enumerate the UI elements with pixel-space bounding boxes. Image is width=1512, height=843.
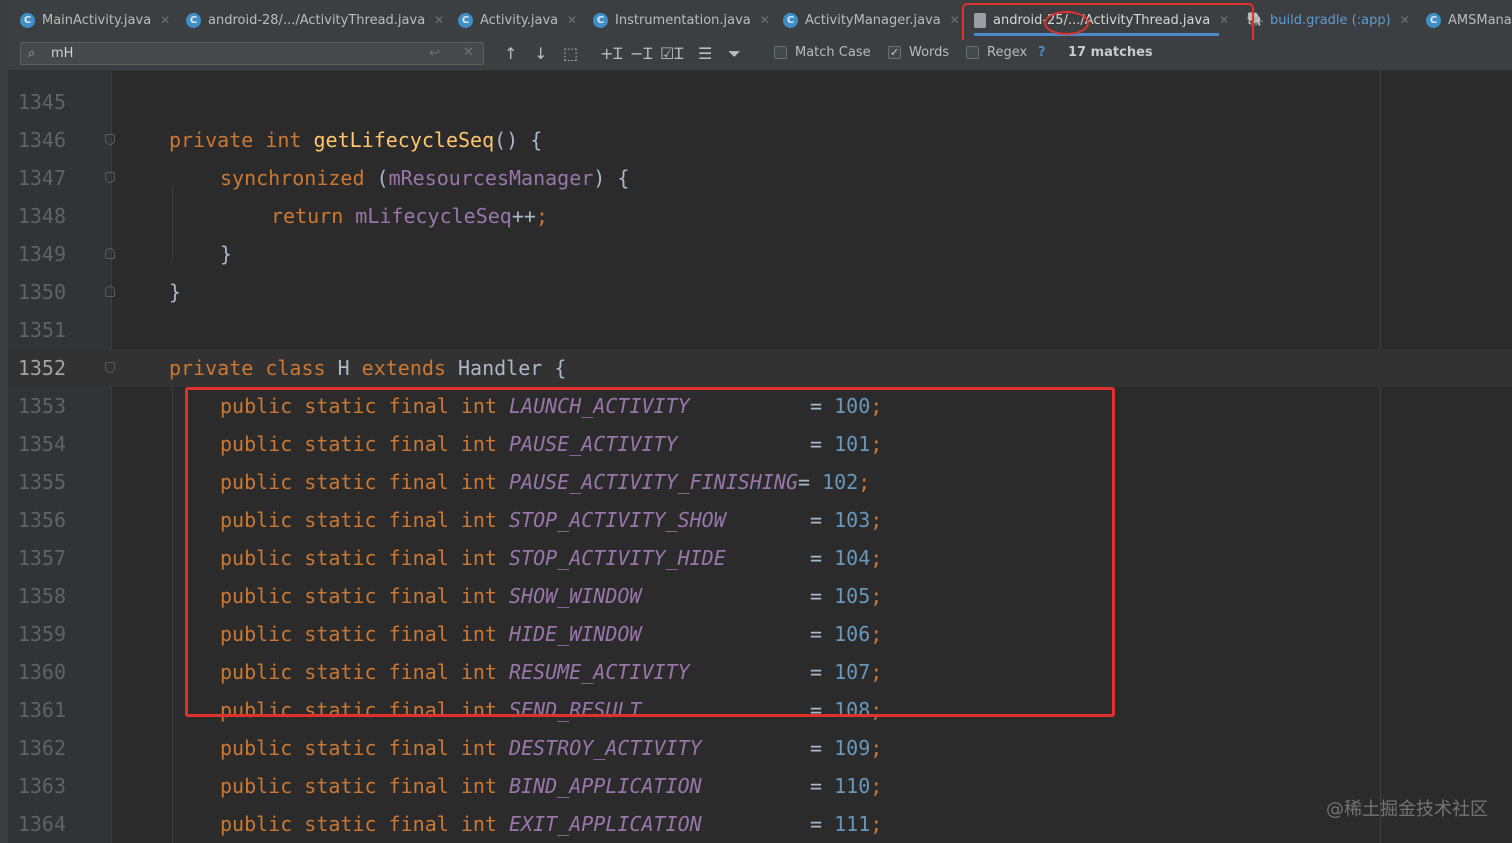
line-number: 1358	[17, 584, 66, 608]
close-icon[interactable]: ✕	[434, 13, 444, 27]
code-line: 1349 }	[8, 235, 1512, 273]
line-number: 1354	[17, 432, 66, 456]
code-line: 1351	[8, 311, 1512, 349]
line-number: 1357	[17, 546, 66, 570]
close-icon[interactable]: ✕	[160, 13, 170, 27]
search-box[interactable]: ⌕ ↩ ✕	[20, 42, 484, 65]
close-icon[interactable]: ✕	[1400, 13, 1410, 27]
fold-marker-icon[interactable]	[105, 134, 115, 145]
next-occurrence-icon[interactable]: ↓	[534, 44, 547, 64]
filter-search-icon[interactable]: ☰	[698, 44, 712, 64]
tab-activity-manager[interactable]: C ActivityManager.java ✕	[783, 0, 960, 40]
tab-label: ActivityManager.java	[805, 12, 941, 28]
select-all-matches-icon[interactable]: ☑Ɪ	[660, 44, 683, 64]
line-number: 1364	[17, 812, 66, 836]
previous-occurrence-icon[interactable]: ↑	[504, 44, 517, 64]
line-number: 1362	[17, 736, 66, 760]
tab-main-activity[interactable]: C MainActivity.java ✕	[20, 0, 170, 40]
code-line: 1363 public static final int BIND_APPLIC…	[8, 767, 1512, 805]
match-case-checkbox[interactable]	[774, 46, 787, 59]
regex-checkbox[interactable]	[966, 46, 979, 59]
match-count: 17 matches	[1068, 45, 1153, 60]
tab-instrumentation[interactable]: C Instrumentation.java ✕	[593, 0, 770, 40]
add-occurrence-icon[interactable]: +Ɪ	[600, 44, 622, 64]
line-number: 1345	[17, 90, 66, 114]
code-line-current: 1352 private class H extends Handler {	[8, 349, 1512, 387]
line-number: 1347	[17, 166, 66, 190]
line-number: 1360	[17, 660, 66, 684]
tab-label: android-28/.../ActivityThread.java	[208, 12, 426, 28]
tab-label: Activity.java	[480, 12, 559, 28]
regex-help-icon[interactable]: ?	[1038, 45, 1046, 60]
constant-name: EXIT_APPLICATION	[509, 812, 702, 836]
tab-label: Instrumentation.java	[615, 12, 751, 28]
line-number: 1361	[17, 698, 66, 722]
fold-marker-icon[interactable]	[105, 286, 115, 297]
constant-value: 110	[834, 774, 871, 798]
line-number: 1350	[17, 280, 66, 304]
watermark: @稀土掘金技术社区	[1326, 799, 1488, 820]
tab-ams-manager[interactable]: C AMSMana	[1426, 0, 1512, 40]
close-icon[interactable]: ✕	[760, 13, 770, 27]
java-class-icon: C	[458, 12, 473, 28]
line-number: 1356	[17, 508, 66, 532]
regex-label: Regex	[987, 45, 1028, 60]
close-icon[interactable]: ✕	[567, 13, 577, 27]
red-annotation-box	[962, 3, 1254, 44]
red-annotation-circle	[1044, 11, 1089, 35]
tab-label: build.gradle (:app)	[1270, 12, 1391, 28]
java-class-icon: C	[186, 12, 201, 28]
select-all-occurrences-icon[interactable]: ⬚	[563, 44, 578, 64]
remove-occurrence-icon[interactable]: −Ɪ	[630, 44, 652, 64]
line-number: 1348	[17, 204, 66, 228]
line-number: 1355	[17, 470, 66, 494]
code-line: 1348 return mLifecycleSeq++;	[8, 197, 1512, 235]
java-class-icon: C	[20, 12, 35, 28]
fold-marker-icon[interactable]	[105, 362, 115, 373]
search-input[interactable]	[51, 45, 411, 62]
new-line-icon[interactable]: ↩	[429, 46, 440, 61]
code-line: 1347 synchronized (mResourcesManager) {	[8, 159, 1512, 197]
code-line: 1350 }	[8, 273, 1512, 311]
line-number: 1349	[17, 242, 66, 266]
line-number: 1353	[17, 394, 66, 418]
funnel-icon[interactable]: ⏷	[728, 44, 741, 64]
constant-value: 111	[834, 812, 871, 836]
tab-build-gradle[interactable]: 🐘 build.gradle (:app) ✕	[1247, 0, 1410, 40]
fold-marker-icon[interactable]	[105, 172, 115, 183]
line-number: 1351	[17, 318, 66, 342]
java-class-icon: C	[1426, 12, 1441, 28]
tab-activity-thread-28[interactable]: C android-28/.../ActivityThread.java ✕	[186, 0, 444, 40]
java-class-icon: C	[783, 12, 798, 28]
tab-label: MainActivity.java	[42, 12, 152, 28]
constant-value: 109	[834, 736, 871, 760]
match-case-label: Match Case	[795, 45, 871, 60]
line-number: 1363	[17, 774, 66, 798]
red-annotation-box	[185, 387, 1115, 717]
close-icon[interactable]: ✕	[950, 13, 960, 27]
code-line: 1364 public static final int EXIT_APPLIC…	[8, 805, 1512, 843]
line-number: 1346	[17, 128, 66, 152]
search-icon[interactable]: ⌕	[28, 46, 35, 61]
editor-tab-bar: C MainActivity.java ✕ C android-28/.../A…	[8, 0, 1512, 41]
line-number: 1352	[17, 356, 66, 380]
code-line: 1345	[8, 83, 1512, 121]
line-number: 1359	[17, 622, 66, 646]
java-class-icon: C	[593, 12, 608, 28]
constant-name: DESTROY_ACTIVITY	[509, 736, 702, 760]
words-checkbox[interactable]: ✓	[888, 46, 901, 59]
code-line: 1362 public static final int DESTROY_ACT…	[8, 729, 1512, 767]
constant-name: BIND_APPLICATION	[509, 774, 702, 798]
tab-label: AMSMana	[1448, 12, 1512, 28]
fold-marker-icon[interactable]	[105, 248, 115, 259]
code-line: 1346 private int getLifecycleSeq() {	[8, 121, 1512, 159]
tab-activity[interactable]: C Activity.java ✕	[458, 0, 577, 40]
find-bar: ⌕ ↩ ✕ ↑ ↓ ⬚ +Ɪ −Ɪ ☑Ɪ ☰ ⏷ Match Case ✓ Wo…	[8, 40, 1512, 71]
clear-icon[interactable]: ✕	[463, 45, 474, 60]
words-label: Words	[909, 45, 950, 60]
code-editor[interactable]: 1345 1346 private int getLifecycleSeq() …	[8, 71, 1512, 843]
